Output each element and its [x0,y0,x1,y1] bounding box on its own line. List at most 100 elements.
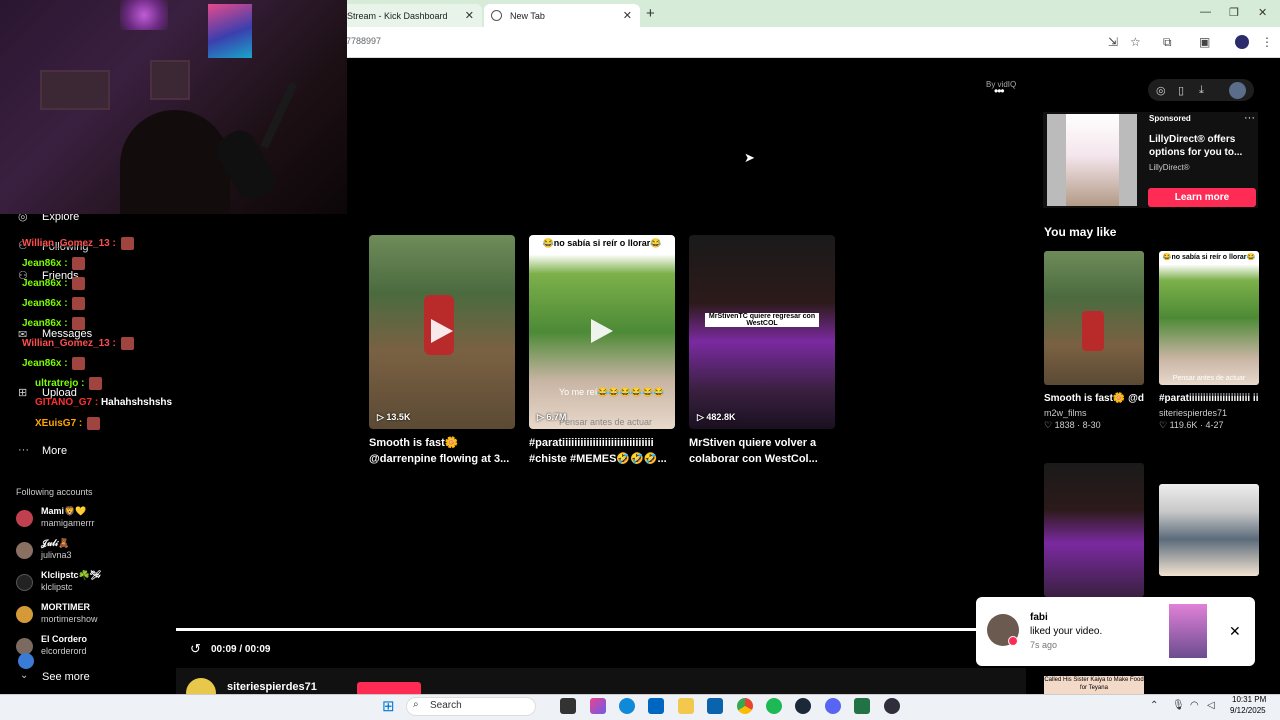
video-title-line2[interactable]: @darrenpine flowing at 3... [369,451,519,467]
spotify-icon[interactable] [766,698,782,714]
taskbar-time[interactable]: 10:31 PM [1232,695,1266,704]
avatar[interactable] [16,574,33,591]
see-more-link[interactable]: See more [42,671,90,683]
search-label[interactable]: Search [430,700,462,711]
avatar[interactable] [16,606,33,623]
nav-more[interactable]: More [42,445,67,457]
play-icon[interactable] [591,319,613,343]
notification-thumbnail[interactable] [1169,604,1207,658]
recommended-thumbnail[interactable] [1159,484,1259,576]
download-icon[interactable]: ⤓ [1199,84,1204,97]
recommended-card[interactable]: 😂no sabía si reír o llorar😂 Pensar antes… [1159,251,1259,431]
volume-icon[interactable]: ◁ [1207,700,1215,711]
close-icon[interactable]: ✕ [1229,623,1241,640]
bookmark-star-icon[interactable]: ☆ [1130,35,1141,49]
account-handle[interactable]: klclipstc [41,582,73,592]
url-text[interactable]: 7788997 [346,36,381,46]
terminal-icon[interactable] [854,698,870,714]
account-name[interactable]: 𝒥𝓊𝓁𝒾🧸 [41,538,69,549]
account-name[interactable]: El Cordero [41,634,87,644]
followed-account[interactable]: Mami🦁💛 mamigamerrr [16,506,176,534]
recommended-title[interactable]: #paratiiiiiiiiiiiiiiiiiiiiii iiiii #chis… [1159,391,1259,406]
task-view-icon[interactable] [560,698,576,714]
video-title-line1[interactable]: Smooth is fast🌼 [369,435,519,451]
floating-app-icon[interactable] [18,653,34,669]
video-title-line1[interactable]: MrStiven quiere volver a [689,435,839,451]
phone-icon[interactable]: ▯ [1178,84,1184,97]
account-handle[interactable]: mortimershow [41,614,98,624]
sidepanel-icon[interactable]: ▣ [1199,35,1210,49]
avatar[interactable] [16,510,33,527]
install-app-icon[interactable]: ⇲ [1108,35,1118,49]
extensions-icon[interactable]: ⧉ [1163,35,1172,50]
discord-icon[interactable] [825,698,841,714]
close-window-icon[interactable]: ✕ [1258,6,1267,19]
taskbar-search[interactable] [406,697,536,716]
play-icon[interactable] [431,319,453,343]
user-avatar[interactable] [1229,82,1246,99]
edge-icon[interactable] [619,698,635,714]
view-count: ▷ 482.8K [697,412,736,422]
notification-user[interactable]: fabi [1030,612,1048,623]
replay-icon[interactable]: ↺ [190,641,201,657]
chrome-icon[interactable] [737,698,753,714]
avatar[interactable] [16,542,33,559]
obs-icon[interactable] [884,698,900,714]
minimize-icon[interactable]: — [1200,6,1211,18]
store-icon[interactable] [648,698,664,714]
learn-more-button[interactable]: Learn more [1148,188,1256,207]
recommended-author[interactable]: m2w_films [1044,408,1144,418]
windows-start-icon[interactable]: ⊞ [382,697,395,715]
steam-icon[interactable] [795,698,811,714]
video-progress-bar[interactable] [176,628,976,631]
file-explorer-icon[interactable] [678,698,694,714]
coin-icon[interactable]: ◎ [1156,84,1166,97]
recommended-card[interactable] [1044,463,1144,597]
recommended-snippet[interactable]: Called His Sister Kaiya to Make Food for… [1044,676,1144,694]
video-title-line2[interactable]: #chiste #MEMES🤣🤣🤣... [529,451,679,467]
wifi-icon[interactable]: ◠ [1190,700,1199,711]
close-tab-icon[interactable]: ✕ [623,9,632,22]
new-tab-plus-icon[interactable]: + [646,5,655,22]
account-handle[interactable]: elcorderord [41,646,87,656]
ad-more-icon[interactable]: ··· [1244,112,1255,124]
tab-new-tab[interactable]: New Tab ✕ [484,4,640,27]
followed-account[interactable]: Klclipstc☘️🛩 klclipstc [16,570,176,598]
video-thumbnail[interactable]: 😂no sabía si reír o llorar😂 Yo me reí😂😂😂… [529,235,675,429]
tab-kick-dashboard[interactable]: Stream - Kick Dashboard ✕ [340,4,482,27]
video-title-line1[interactable]: #paratiiiiiiiiiiiiiiiiiiiiiiiiiiiiii [529,435,679,451]
recommended-thumbnail[interactable] [1044,463,1144,597]
close-tab-icon[interactable]: ✕ [465,9,474,22]
maximize-icon[interactable]: ❐ [1229,6,1239,19]
account-name[interactable]: Mami🦁💛 [41,506,86,517]
video-card[interactable]: 😂no sabía si reír o llorar😂 Yo me reí😂😂😂… [529,235,675,467]
recommended-thumbnail[interactable] [1044,251,1144,385]
account-handle[interactable]: mamigamerrr [41,518,95,528]
account-name[interactable]: Klclipstc☘️🛩 [41,570,101,581]
recommended-thumbnail[interactable]: 😂no sabía si reír o llorar😂 Pensar antes… [1159,251,1259,385]
taskbar-date[interactable]: 9/12/2025 [1230,706,1266,715]
profile-avatar[interactable] [1235,35,1249,49]
video-card[interactable]: ▷ 13.5K Smooth is fast🌼 @darrenpine flow… [369,235,515,467]
vidiq-more-icon[interactable]: ••• [994,84,1005,98]
video-card[interactable]: MrStivenTC quiere regresar con WestCOL ▷… [689,235,835,467]
video-thumbnail[interactable]: MrStivenTC quiere regresar con WestCOL ▷… [689,235,835,429]
video-title-line2[interactable]: colaborar con WestCol... [689,451,839,467]
mic-icon[interactable]: 🎙 [1172,700,1185,711]
followed-account[interactable]: MORTIMER mortimershow [16,602,176,630]
video-thumbnail[interactable]: ▷ 13.5K [369,235,515,429]
outlook-icon[interactable] [707,698,723,714]
recommended-card[interactable]: Smooth is fast🌼 @darrenpine flowin... m2… [1044,251,1144,431]
recommended-card[interactable] [1159,484,1259,576]
copilot-icon[interactable] [590,698,606,714]
recommended-title[interactable]: Smooth is fast🌼 @darrenpine flowin... [1044,391,1144,406]
followed-account[interactable]: El Cordero elcorderord [16,634,176,662]
emote-icon [72,277,86,290]
followed-account[interactable]: 𝒥𝓊𝓁𝒾🧸 julivna3 [16,538,176,566]
tray-chevron-icon[interactable]: ⌃ [1150,700,1158,711]
account-handle[interactable]: julivna3 [41,550,72,560]
browser-menu-icon[interactable]: ⋮ [1261,35,1273,49]
account-name[interactable]: MORTIMER [41,602,90,612]
recommended-author[interactable]: siteriespierdes71 [1159,408,1259,418]
author-name[interactable]: siteriespierdes71 [227,681,317,693]
